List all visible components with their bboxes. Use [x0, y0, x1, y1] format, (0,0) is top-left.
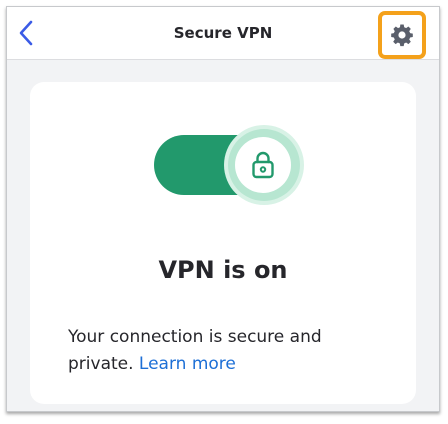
- chevron-left-icon: [19, 20, 33, 46]
- settings-button[interactable]: [378, 11, 426, 59]
- vpn-toggle[interactable]: [154, 123, 306, 205]
- vpn-description: Your connection is secure and private. L…: [68, 324, 378, 378]
- app-window: Secure VPN VPN is on Your connection is …: [6, 6, 440, 412]
- back-button[interactable]: [11, 16, 41, 50]
- learn-more-link[interactable]: Learn more: [139, 354, 236, 374]
- lock-icon: [252, 151, 274, 179]
- gear-icon: [391, 24, 413, 47]
- vpn-status-card: VPN is on Your connection is secure and …: [30, 82, 416, 404]
- screenshot-frame: Secure VPN VPN is on Your connection is …: [0, 0, 448, 424]
- vpn-status-title: VPN is on: [158, 256, 288, 284]
- page-title: Secure VPN: [173, 24, 273, 42]
- toggle-knob[interactable]: [235, 137, 291, 193]
- header-bar: Secure VPN: [7, 7, 439, 60]
